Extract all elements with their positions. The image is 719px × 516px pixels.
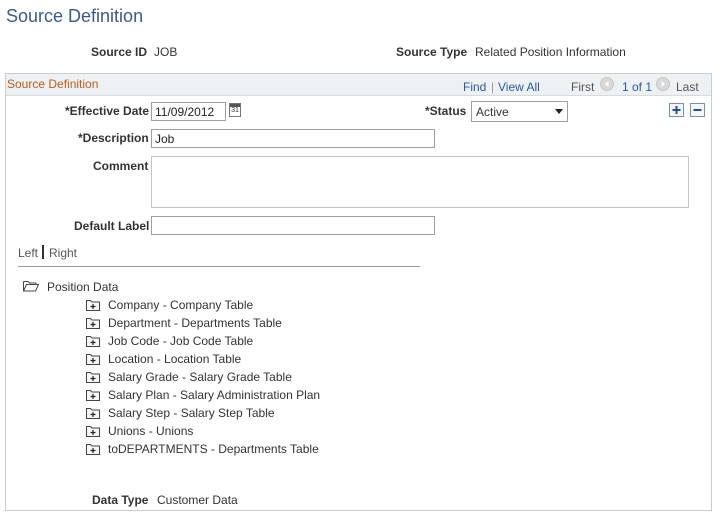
tree-root-label[interactable]: Position Data xyxy=(47,280,118,294)
calendar-day: 31 xyxy=(231,107,239,114)
expand-folder-icon[interactable] xyxy=(86,353,100,368)
description-label: *Description xyxy=(78,131,149,145)
tree-item-label[interactable]: Company - Company Table xyxy=(108,298,253,312)
expand-folder-icon[interactable] xyxy=(86,371,100,386)
description-input[interactable] xyxy=(151,129,435,148)
tree-item-label[interactable]: toDEPARTMENTS - Departments Table xyxy=(108,442,319,456)
page-title: Source Definition xyxy=(6,6,144,26)
data-type-label: Data Type xyxy=(92,493,149,507)
status-select[interactable]: Active xyxy=(471,101,568,122)
tree-item-label[interactable]: Job Code - Job Code Table xyxy=(108,334,253,348)
comment-textarea[interactable] xyxy=(151,156,689,208)
plus-icon xyxy=(672,106,681,114)
comment-label: Comment xyxy=(93,159,149,173)
expand-folder-icon[interactable] xyxy=(86,299,100,314)
tab-divider xyxy=(42,245,44,259)
tree-item-label[interactable]: Salary Grade - Salary Grade Table xyxy=(108,370,292,384)
find-view-divider: | xyxy=(491,80,495,94)
status-label: *Status xyxy=(425,104,467,118)
tree-item-label[interactable]: Location - Location Table xyxy=(108,352,241,366)
effective-date-label: *Effective Date xyxy=(65,104,150,118)
minus-icon xyxy=(693,109,702,111)
expand-folder-icon[interactable] xyxy=(86,335,100,350)
status-selected-value: Active xyxy=(476,105,509,119)
source-type-value: Related Position Information xyxy=(475,45,626,59)
first-label[interactable]: First xyxy=(571,80,594,94)
view-all-link[interactable]: View All xyxy=(498,80,540,94)
default-label-label: Default Label xyxy=(74,219,150,233)
tab-right[interactable]: Right xyxy=(49,246,77,260)
arrow-left-icon[interactable] xyxy=(600,77,614,91)
arrow-right-icon[interactable] xyxy=(656,77,670,91)
data-type-value: Customer Data xyxy=(157,493,238,507)
delete-row-button[interactable] xyxy=(690,103,705,117)
tabs-underline xyxy=(18,266,420,267)
expand-folder-icon[interactable] xyxy=(86,389,100,404)
expand-folder-icon[interactable] xyxy=(86,425,100,440)
page-count: 1 of 1 xyxy=(622,80,653,94)
tree-item-label[interactable]: Salary Plan - Salary Administration Plan xyxy=(108,388,320,402)
expand-folder-icon[interactable] xyxy=(86,317,100,332)
find-link[interactable]: Find xyxy=(463,80,486,94)
tree-item-label[interactable]: Salary Step - Salary Step Table xyxy=(108,406,275,420)
source-type-label: Source Type xyxy=(396,45,468,59)
source-id-value: JOB xyxy=(154,45,178,59)
effective-date-input[interactable] xyxy=(151,102,226,121)
chevron-down-icon xyxy=(555,109,563,114)
calendar-icon[interactable]: 31 xyxy=(229,103,241,117)
expand-folder-icon[interactable] xyxy=(86,407,100,422)
tree-item-label[interactable]: Department - Departments Table xyxy=(108,316,282,330)
last-label[interactable]: Last xyxy=(676,80,699,94)
open-folder-icon[interactable] xyxy=(23,280,40,295)
section-title: Source Definition xyxy=(7,77,99,91)
add-row-button[interactable] xyxy=(669,103,684,117)
source-id-label: Source ID xyxy=(91,45,148,59)
tab-left[interactable]: Left xyxy=(18,246,38,260)
tree-item-label[interactable]: Unions - Unions xyxy=(108,424,193,438)
default-label-input[interactable] xyxy=(151,216,435,235)
expand-folder-icon[interactable] xyxy=(86,443,100,458)
